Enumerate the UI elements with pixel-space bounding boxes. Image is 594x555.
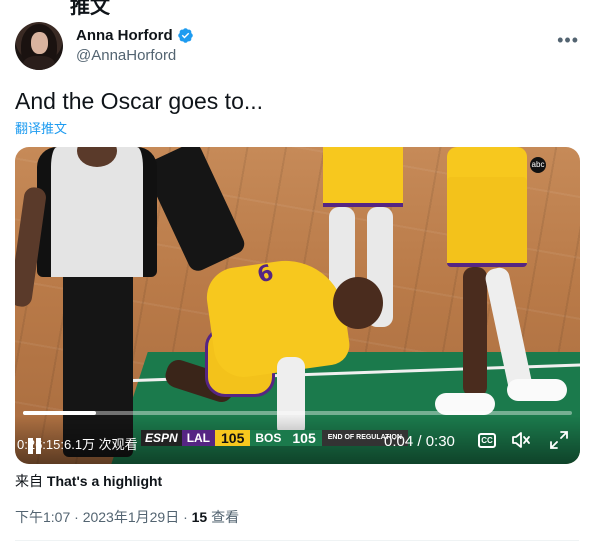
avatar[interactable] [15, 22, 63, 70]
video-view-count: 0:26:15:6.1万 次观看 [17, 437, 138, 452]
more-options-icon[interactable]: ••• [557, 30, 579, 51]
display-name-text[interactable]: Anna Horford [76, 27, 173, 44]
view-count: 15 [191, 509, 208, 525]
mute-icon[interactable] [511, 431, 531, 454]
source-prefix: 来自 [15, 473, 43, 489]
video-time: 0:04 / 0:30 [384, 433, 455, 450]
tweet-timestamp[interactable]: 下午1:07 · 2023年1月29日 · [15, 509, 192, 525]
scoreboard-score-1: 105 [215, 430, 251, 446]
network-logo-badge: abc [530, 157, 546, 173]
tweet-author: Anna Horford @AnnaHorford ••• [15, 22, 579, 72]
scoreboard-team-1: LAL [181, 430, 216, 446]
scoreboard-team-2: BOS [250, 430, 287, 446]
kneeling-player-head [333, 277, 383, 329]
sneaker [507, 379, 567, 401]
player-right-leg [463, 267, 487, 397]
scoreboard-score-2: 105 [286, 430, 322, 446]
author-display-name[interactable]: Anna Horford [76, 27, 194, 44]
tweet-metadata: 下午1:07 · 2023年1月29日 · 15 查看 [15, 507, 239, 527]
page-header-title: 推文 [70, 0, 110, 18]
closed-captions-icon[interactable]: CC [478, 433, 496, 448]
player-top-shorts [323, 147, 403, 207]
fullscreen-icon[interactable] [550, 431, 568, 449]
verified-badge-icon [177, 28, 193, 43]
source-name[interactable]: That's a highlight [47, 473, 162, 489]
video-progress-bar[interactable] [23, 411, 572, 415]
author-handle[interactable]: @AnnaHorford [76, 47, 176, 64]
video-progress-fill [23, 411, 97, 415]
scoreboard: ESPN LAL 105 BOS 105 END OF REGULATION [141, 430, 408, 446]
scoreboard-network: ESPN [141, 430, 182, 446]
tweet-source: 来自 That's a highlight [15, 471, 162, 491]
tweet-text: And the Oscar goes to... [15, 88, 264, 114]
translate-tweet-link[interactable]: 翻译推文 [15, 118, 67, 137]
player-right-shorts [447, 177, 527, 267]
video-player[interactable]: 6 abc [15, 147, 580, 464]
view-label: 查看 [207, 509, 240, 525]
divider [15, 540, 579, 541]
